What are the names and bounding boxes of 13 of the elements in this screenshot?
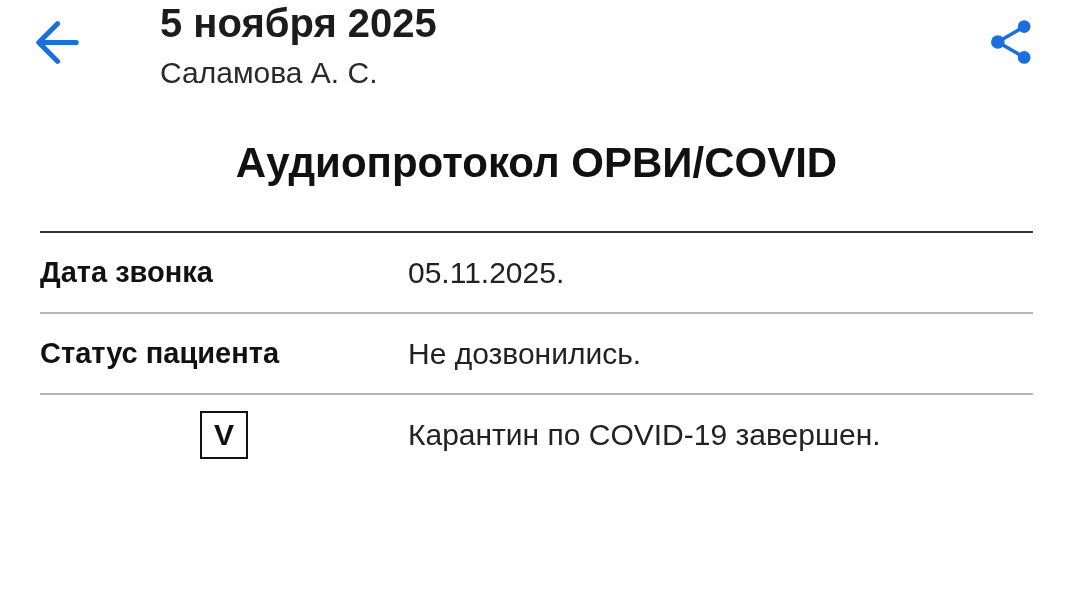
back-button[interactable] bbox=[36, 21, 79, 64]
document-title: Аудиопротокол ОРВИ/COVID bbox=[235, 138, 838, 188]
header-title: 5 ноября 2025 bbox=[160, 0, 437, 46]
field-value: 05.11.2025. bbox=[408, 255, 565, 290]
check-box: V bbox=[200, 410, 248, 459]
back-arrow-icon bbox=[36, 21, 79, 64]
share-icon bbox=[991, 20, 1031, 64]
share-button[interactable] bbox=[991, 20, 1031, 64]
header-subtitle: Саламова А. С. bbox=[160, 56, 378, 90]
field-value: Не дозвонились. bbox=[408, 336, 642, 371]
field-value: Карантин по COVID-19 завершен. bbox=[408, 417, 881, 452]
field-label: Статус пациента bbox=[40, 337, 280, 370]
field-label: Дата звонка bbox=[40, 256, 213, 289]
